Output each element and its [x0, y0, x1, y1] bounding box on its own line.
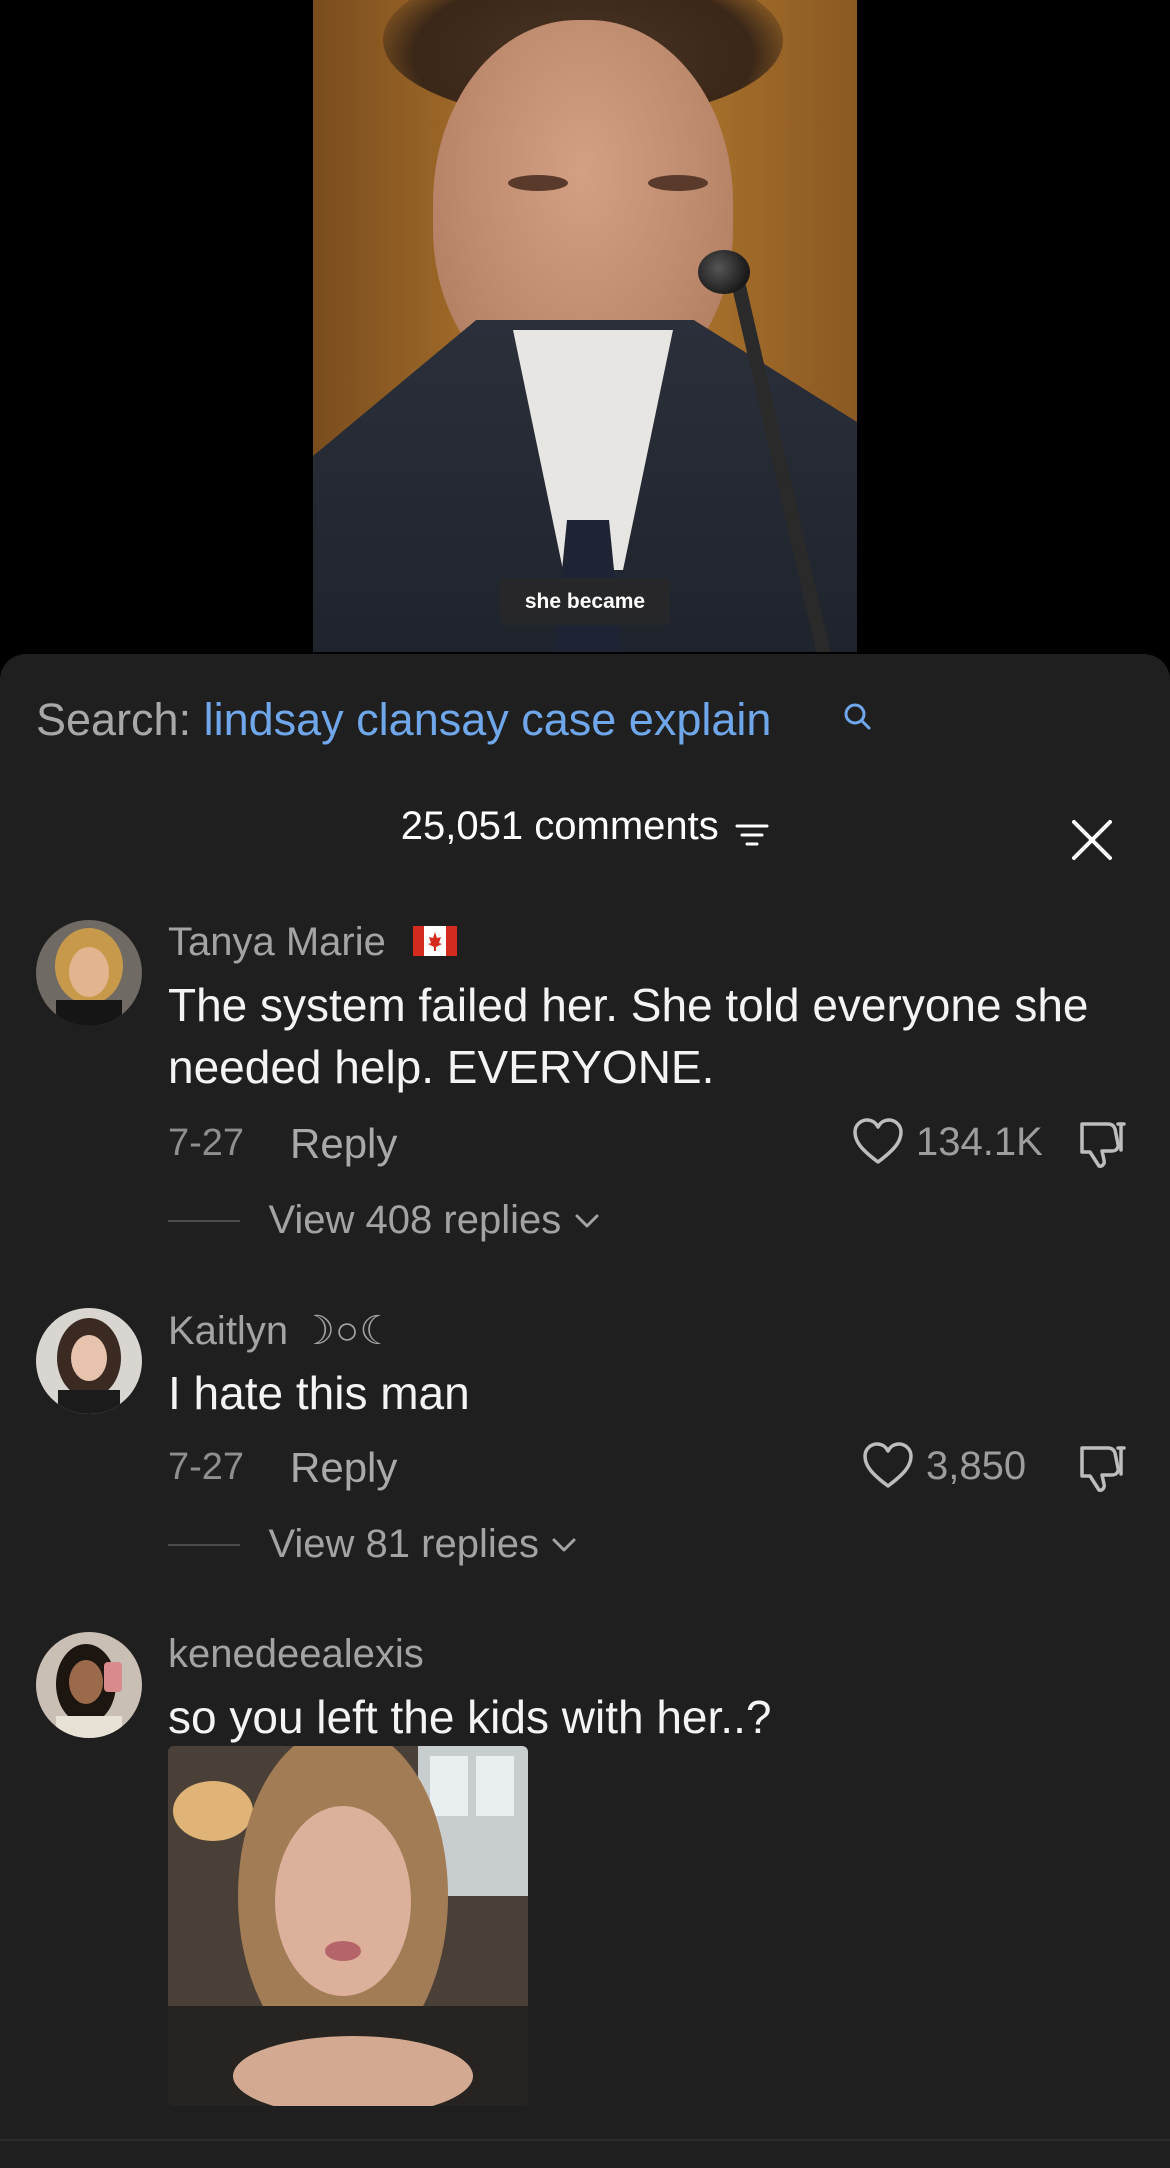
- comment-username[interactable]: kenedeealexis: [168, 1632, 424, 1677]
- like-count: 3,850: [926, 1444, 1027, 1488]
- like-group[interactable]: 134.1K: [852, 1116, 1128, 1168]
- username-text[interactable]: kenedeealexis: [168, 1632, 424, 1676]
- username-text[interactable]: Kaitlyn ☽○☾: [168, 1309, 395, 1353]
- view-replies-label[interactable]: View 408 replies: [268, 1198, 561, 1242]
- comment-text: so you left the kids with her..?: [168, 1691, 772, 1743]
- comment-text: I hate this man: [168, 1367, 470, 1419]
- like-group[interactable]: 3,850: [862, 1440, 1128, 1492]
- comments-count: 25,051 comments: [400, 804, 719, 848]
- search-suggestion[interactable]: Search: lindsay clansay case explain: [36, 694, 771, 746]
- dislike-icon[interactable]: [1074, 1116, 1128, 1170]
- comment-text: The system failed her. She told everyone…: [168, 979, 1089, 1093]
- heart-icon[interactable]: [852, 1118, 904, 1166]
- username-text[interactable]: Tanya Marie: [168, 920, 386, 964]
- comments-sheet: Search: lindsay clansay case explain 25,…: [0, 654, 1170, 2168]
- reply-button[interactable]: Reply: [290, 1444, 397, 1492]
- view-replies-label[interactable]: View 81 replies: [268, 1522, 539, 1566]
- microphone-head: [698, 250, 750, 294]
- chevron-down-icon[interactable]: [551, 1536, 577, 1554]
- search-icon[interactable]: [842, 702, 872, 732]
- comments-header: 25,051 comments: [0, 804, 1170, 849]
- replies-divider: [168, 1219, 240, 1222]
- canada-flag-icon: [413, 926, 457, 957]
- search-term-link[interactable]: lindsay clansay case explain: [204, 694, 772, 745]
- comment-meta: 7-27 Reply 134.1K: [168, 1118, 1128, 1172]
- search-prefix: Search:: [36, 694, 204, 745]
- chevron-down-icon[interactable]: [574, 1212, 600, 1230]
- comment-date: 7-27: [168, 1122, 245, 1164]
- comment-date: 7-27: [168, 1446, 245, 1488]
- video-frame[interactable]: [313, 0, 857, 652]
- heart-icon[interactable]: [862, 1442, 914, 1490]
- close-icon[interactable]: [1070, 818, 1114, 862]
- dislike-icon[interactable]: [1074, 1440, 1128, 1494]
- video-player[interactable]: she became: [0, 0, 1170, 660]
- comment-attached-image[interactable]: [168, 1746, 528, 2106]
- comment-meta: 7-27 Reply 3,850: [168, 1442, 1128, 1496]
- comment-username[interactable]: Kaitlyn ☽○☾: [168, 1308, 395, 1354]
- filter-icon[interactable]: [735, 821, 769, 849]
- view-replies-button[interactable]: View 81 replies: [168, 1522, 577, 1572]
- avatar[interactable]: [36, 1308, 142, 1414]
- video-subject-eye: [648, 175, 708, 191]
- avatar[interactable]: [36, 1632, 142, 1738]
- video-caption: she became: [500, 578, 670, 625]
- like-count: 134.1K: [916, 1120, 1043, 1164]
- divider: [0, 2139, 1170, 2141]
- avatar[interactable]: [36, 920, 142, 1026]
- view-replies-button[interactable]: View 408 replies: [168, 1198, 600, 1248]
- reply-button[interactable]: Reply: [290, 1120, 397, 1168]
- video-subject-eye: [508, 175, 568, 191]
- comment-username[interactable]: Tanya Marie: [168, 920, 457, 965]
- replies-divider: [168, 1543, 240, 1546]
